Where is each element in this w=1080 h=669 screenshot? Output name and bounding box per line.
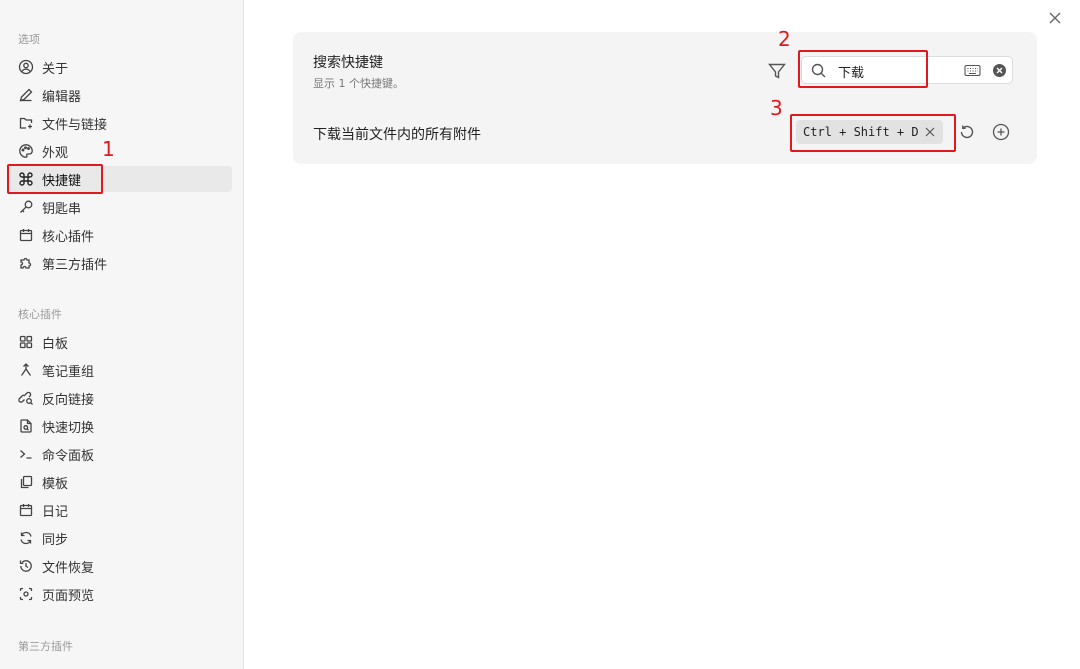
filter-icon — [768, 63, 786, 79]
sidebar-item-label: 核心插件 — [42, 229, 95, 245]
merge-icon — [18, 362, 34, 378]
sidebar-item-editor[interactable]: 编辑器 — [8, 82, 232, 108]
keyboard-icon[interactable] — [964, 63, 981, 78]
sidebar-item-note-composer[interactable]: 笔记重组 — [8, 357, 232, 383]
sidebar-item-core-plugins[interactable]: 核心插件 — [8, 222, 232, 248]
annotation-box-3 — [790, 114, 956, 152]
history-icon — [18, 558, 34, 574]
annotation-number-1: 1 — [102, 137, 115, 161]
sidebar-item-label: 第三方插件 — [42, 257, 108, 273]
folder-link-icon — [18, 115, 34, 131]
terminal-icon — [18, 446, 34, 462]
section-title-community-plugins: 第三方插件 — [18, 640, 73, 653]
annotation-number-3: 3 — [770, 96, 783, 120]
sidebar-item-page-preview[interactable]: 页面预览 — [8, 581, 232, 607]
sidebar-item-quick-switcher[interactable]: 快速切换 — [8, 413, 232, 439]
sidebar-item-sync[interactable]: 同步 — [8, 525, 232, 551]
annotation-box-1 — [7, 164, 103, 194]
settings-sidebar: 选项 关于 编辑器 文件与链接 外观 快捷键 钥匙串 核心插件 第三方插件 核心… — [0, 0, 244, 669]
sidebar-item-backlinks[interactable]: 反向链接 — [8, 385, 232, 411]
sidebar-item-label: 模板 — [42, 476, 69, 492]
sidebar-item-label: 反向链接 — [42, 392, 95, 408]
file-search-icon — [18, 418, 34, 434]
sidebar-item-label: 外观 — [42, 145, 69, 161]
sidebar-item-command-palette[interactable]: 命令面板 — [8, 441, 232, 467]
link-search-icon — [18, 390, 34, 406]
hotkeys-panel: 搜索快捷键 显示 1 个快捷键。 下载当前文件内的所有附件 Ctrl + Shi… — [293, 27, 1037, 164]
sidebar-item-label: 命令面板 — [42, 448, 95, 464]
plus-circle-icon — [992, 123, 1010, 141]
palette-icon — [18, 143, 34, 159]
sidebar-item-label: 编辑器 — [42, 89, 82, 105]
sidebar-item-files-links[interactable]: 文件与链接 — [8, 110, 232, 136]
close-icon — [1049, 12, 1061, 24]
panel-subtitle: 显示 1 个快捷键。 — [313, 77, 404, 90]
section-title-options: 选项 — [18, 33, 40, 46]
sidebar-item-keychain[interactable]: 钥匙串 — [8, 194, 232, 220]
filter-button[interactable] — [767, 61, 787, 81]
sidebar-item-label: 文件与链接 — [42, 117, 108, 133]
sidebar-item-daily-notes[interactable]: 日记 — [8, 497, 232, 523]
preview-icon — [18, 586, 34, 602]
sidebar-item-label: 关于 — [42, 61, 69, 77]
settings-content: 搜索快捷键 显示 1 个快捷键。 下载当前文件内的所有附件 Ctrl + Shi… — [245, 0, 1080, 669]
sync-icon — [18, 530, 34, 546]
sidebar-item-label: 日记 — [42, 504, 69, 520]
sidebar-item-label: 页面预览 — [42, 588, 95, 604]
sidebar-item-label: 白板 — [42, 336, 69, 352]
sidebar-item-label: 文件恢复 — [42, 560, 95, 576]
sidebar-item-canvas[interactable]: 白板 — [8, 329, 232, 355]
sidebar-item-templates[interactable]: 模板 — [8, 469, 232, 495]
reset-hotkey-button[interactable] — [958, 123, 976, 141]
calendar-box-icon — [18, 227, 34, 243]
clear-search-icon[interactable] — [992, 63, 1007, 78]
command-label: 下载当前文件内的所有附件 — [313, 127, 481, 143]
close-button[interactable] — [1046, 9, 1064, 27]
pencil-icon — [18, 87, 34, 103]
sidebar-item-community-plugins[interactable]: 第三方插件 — [8, 250, 232, 276]
key-icon — [18, 199, 34, 215]
section-title-core-plugins: 核心插件 — [18, 308, 62, 321]
sidebar-item-appearance[interactable]: 外观 — [8, 138, 232, 164]
user-circle-icon — [18, 59, 34, 75]
puzzle-icon — [18, 255, 34, 271]
add-hotkey-button[interactable] — [992, 123, 1010, 141]
panel-title: 搜索快捷键 — [313, 55, 383, 71]
sidebar-item-label: 笔记重组 — [42, 364, 95, 380]
calendar-icon — [18, 502, 34, 518]
copy-icon — [18, 474, 34, 490]
sidebar-item-file-recovery[interactable]: 文件恢复 — [8, 553, 232, 579]
reset-icon — [960, 125, 974, 139]
sidebar-item-label: 同步 — [42, 532, 69, 548]
grid-icon — [18, 334, 34, 350]
annotation-number-2: 2 — [778, 27, 791, 51]
annotation-box-2 — [798, 50, 928, 88]
sidebar-item-label: 钥匙串 — [42, 201, 82, 217]
sidebar-item-about[interactable]: 关于 — [8, 54, 232, 80]
sidebar-item-label: 快速切换 — [42, 420, 95, 436]
